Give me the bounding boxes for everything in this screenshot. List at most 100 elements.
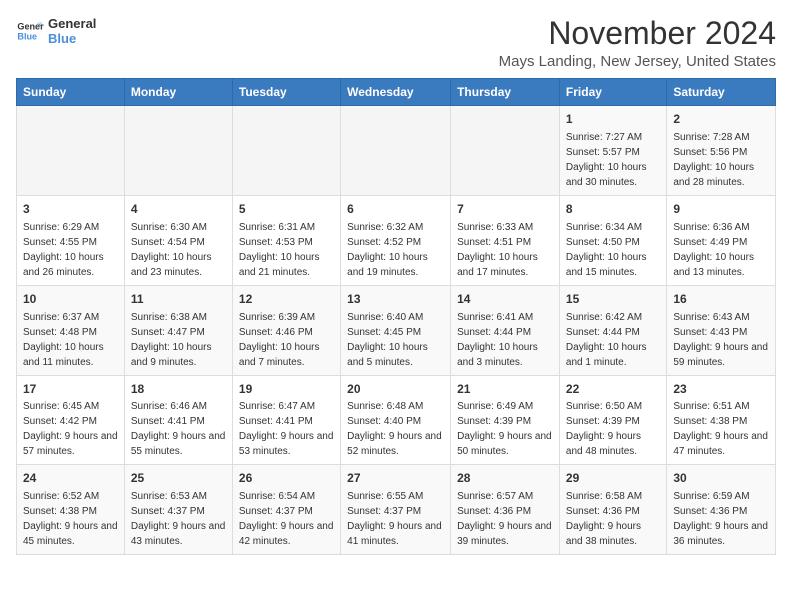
calendar: SundayMondayTuesdayWednesdayThursdayFrid… (16, 78, 776, 555)
calendar-cell: 7 Sunrise: 6:33 AM Sunset: 4:51 PM Daylig… (451, 195, 560, 285)
day-info: Sunrise: 6:37 AM Sunset: 4:48 PM Dayligh… (23, 310, 118, 370)
day-number: 19 (239, 381, 334, 398)
calendar-cell: 24 Sunrise: 6:52 AM Sunset: 4:38 PM Dayli… (17, 465, 125, 555)
weekday-header-tuesday: Tuesday (232, 79, 340, 106)
day-number: 4 (131, 201, 226, 218)
day-info: Sunrise: 6:53 AM Sunset: 4:37 PM Dayligh… (131, 489, 226, 549)
calendar-cell: 26 Sunrise: 6:54 AM Sunset: 4:37 PM Dayli… (232, 465, 340, 555)
day-info: Sunrise: 6:50 AM Sunset: 4:39 PM Dayligh… (566, 399, 660, 459)
calendar-cell: 4 Sunrise: 6:30 AM Sunset: 4:54 PM Daylig… (124, 195, 232, 285)
day-info: Sunrise: 6:57 AM Sunset: 4:36 PM Dayligh… (457, 489, 553, 549)
day-number: 12 (239, 291, 334, 308)
day-number: 21 (457, 381, 553, 398)
day-number: 28 (457, 470, 553, 487)
day-number: 7 (457, 201, 553, 218)
day-info: Sunrise: 6:34 AM Sunset: 4:50 PM Dayligh… (566, 220, 660, 280)
day-info: Sunrise: 6:40 AM Sunset: 4:45 PM Dayligh… (347, 310, 444, 370)
calendar-cell: 25 Sunrise: 6:53 AM Sunset: 4:37 PM Dayli… (124, 465, 232, 555)
calendar-cell: 9 Sunrise: 6:36 AM Sunset: 4:49 PM Daylig… (667, 195, 776, 285)
day-info: Sunrise: 6:33 AM Sunset: 4:51 PM Dayligh… (457, 220, 553, 280)
calendar-week-row: 17Sunrise: 6:45 AM Sunset: 4:42 PM Dayli… (17, 375, 776, 465)
calendar-cell: 27Sunrise: 6:55 AM Sunset: 4:37 PM Dayli… (341, 465, 451, 555)
day-info: Sunrise: 6:30 AM Sunset: 4:54 PM Dayligh… (131, 220, 226, 280)
day-info: Sunrise: 6:29 AM Sunset: 4:55 PM Dayligh… (23, 220, 118, 280)
day-number: 3 (23, 201, 118, 218)
day-number: 30 (673, 470, 769, 487)
calendar-cell: 1Sunrise: 7:27 AM Sunset: 5:57 PM Daylig… (559, 106, 666, 196)
day-number: 29 (566, 470, 660, 487)
calendar-cell: 17Sunrise: 6:45 AM Sunset: 4:42 PM Dayli… (17, 375, 125, 465)
day-number: 20 (347, 381, 444, 398)
main-title: November 2024 (499, 16, 776, 51)
calendar-cell: 15 Sunrise: 6:42 AM Sunset: 4:44 PM Dayli… (559, 285, 666, 375)
day-info: Sunrise: 6:59 AM Sunset: 4:36 PM Dayligh… (673, 489, 769, 549)
calendar-cell: 19Sunrise: 6:47 AM Sunset: 4:41 PM Dayli… (232, 375, 340, 465)
calendar-cell (451, 106, 560, 196)
calendar-cell: 8Sunrise: 6:34 AM Sunset: 4:50 PM Daylig… (559, 195, 666, 285)
day-number: 10 (23, 291, 118, 308)
calendar-week-row: 24 Sunrise: 6:52 AM Sunset: 4:38 PM Dayli… (17, 465, 776, 555)
calendar-cell: 11Sunrise: 6:38 AM Sunset: 4:47 PM Dayli… (124, 285, 232, 375)
day-info: Sunrise: 6:31 AM Sunset: 4:53 PM Dayligh… (239, 220, 334, 280)
day-info: Sunrise: 6:51 AM Sunset: 4:38 PM Dayligh… (673, 399, 769, 459)
day-info: Sunrise: 6:46 AM Sunset: 4:41 PM Dayligh… (131, 399, 226, 459)
day-number: 16 (673, 291, 769, 308)
calendar-cell: 6Sunrise: 6:32 AM Sunset: 4:52 PM Daylig… (341, 195, 451, 285)
svg-text:General: General (17, 22, 44, 32)
day-info: Sunrise: 6:55 AM Sunset: 4:37 PM Dayligh… (347, 489, 444, 549)
logo-line1: General (48, 16, 96, 31)
calendar-cell: 13Sunrise: 6:40 AM Sunset: 4:45 PM Dayli… (341, 285, 451, 375)
header: General Blue General Blue November 2024 … (16, 16, 776, 70)
day-number: 18 (131, 381, 226, 398)
subtitle: Mays Landing, New Jersey, United States (499, 53, 776, 70)
day-info: Sunrise: 6:36 AM Sunset: 4:49 PM Dayligh… (673, 220, 769, 280)
calendar-week-row: 1Sunrise: 7:27 AM Sunset: 5:57 PM Daylig… (17, 106, 776, 196)
day-info: Sunrise: 6:58 AM Sunset: 4:36 PM Dayligh… (566, 489, 660, 549)
day-info: Sunrise: 7:28 AM Sunset: 5:56 PM Dayligh… (673, 130, 769, 190)
logo-line2: Blue (48, 31, 96, 46)
calendar-cell (232, 106, 340, 196)
day-number: 22 (566, 381, 660, 398)
day-info: Sunrise: 6:45 AM Sunset: 4:42 PM Dayligh… (23, 399, 118, 459)
calendar-cell: 5Sunrise: 6:31 AM Sunset: 4:53 PM Daylig… (232, 195, 340, 285)
calendar-cell: 22Sunrise: 6:50 AM Sunset: 4:39 PM Dayli… (559, 375, 666, 465)
svg-text:Blue: Blue (17, 31, 37, 41)
calendar-cell (17, 106, 125, 196)
calendar-cell: 12 Sunrise: 6:39 AM Sunset: 4:46 PM Dayli… (232, 285, 340, 375)
weekday-header-row: SundayMondayTuesdayWednesdayThursdayFrid… (17, 79, 776, 106)
calendar-cell: 10 Sunrise: 6:37 AM Sunset: 4:48 PM Dayli… (17, 285, 125, 375)
day-info: Sunrise: 6:32 AM Sunset: 4:52 PM Dayligh… (347, 220, 444, 280)
calendar-cell (124, 106, 232, 196)
day-number: 15 (566, 291, 660, 308)
day-number: 24 (23, 470, 118, 487)
day-info: Sunrise: 6:41 AM Sunset: 4:44 PM Dayligh… (457, 310, 553, 370)
day-info: Sunrise: 6:42 AM Sunset: 4:44 PM Dayligh… (566, 310, 660, 370)
calendar-cell: 28 Sunrise: 6:57 AM Sunset: 4:36 PM Dayli… (451, 465, 560, 555)
day-number: 23 (673, 381, 769, 398)
calendar-cell: 16 Sunrise: 6:43 AM Sunset: 4:43 PM Dayli… (667, 285, 776, 375)
weekday-header-wednesday: Wednesday (341, 79, 451, 106)
calendar-week-row: 10 Sunrise: 6:37 AM Sunset: 4:48 PM Dayli… (17, 285, 776, 375)
calendar-cell: 14 Sunrise: 6:41 AM Sunset: 4:44 PM Dayli… (451, 285, 560, 375)
logo: General Blue General Blue (16, 16, 96, 46)
day-info: Sunrise: 6:43 AM Sunset: 4:43 PM Dayligh… (673, 310, 769, 370)
day-info: Sunrise: 6:49 AM Sunset: 4:39 PM Dayligh… (457, 399, 553, 459)
day-info: Sunrise: 6:48 AM Sunset: 4:40 PM Dayligh… (347, 399, 444, 459)
calendar-cell (341, 106, 451, 196)
day-info: Sunrise: 6:39 AM Sunset: 4:46 PM Dayligh… (239, 310, 334, 370)
weekday-header-thursday: Thursday (451, 79, 560, 106)
day-info: Sunrise: 6:54 AM Sunset: 4:37 PM Dayligh… (239, 489, 334, 549)
day-number: 9 (673, 201, 769, 218)
calendar-cell: 21Sunrise: 6:49 AM Sunset: 4:39 PM Dayli… (451, 375, 560, 465)
weekday-header-monday: Monday (124, 79, 232, 106)
day-info: Sunrise: 6:52 AM Sunset: 4:38 PM Dayligh… (23, 489, 118, 549)
day-info: Sunrise: 6:47 AM Sunset: 4:41 PM Dayligh… (239, 399, 334, 459)
day-number: 25 (131, 470, 226, 487)
calendar-cell: 29 Sunrise: 6:58 AM Sunset: 4:36 PM Dayli… (559, 465, 666, 555)
logo-icon: General Blue (16, 17, 44, 45)
weekday-header-friday: Friday (559, 79, 666, 106)
day-info: Sunrise: 6:38 AM Sunset: 4:47 PM Dayligh… (131, 310, 226, 370)
day-number: 14 (457, 291, 553, 308)
day-number: 26 (239, 470, 334, 487)
weekday-header-saturday: Saturday (667, 79, 776, 106)
